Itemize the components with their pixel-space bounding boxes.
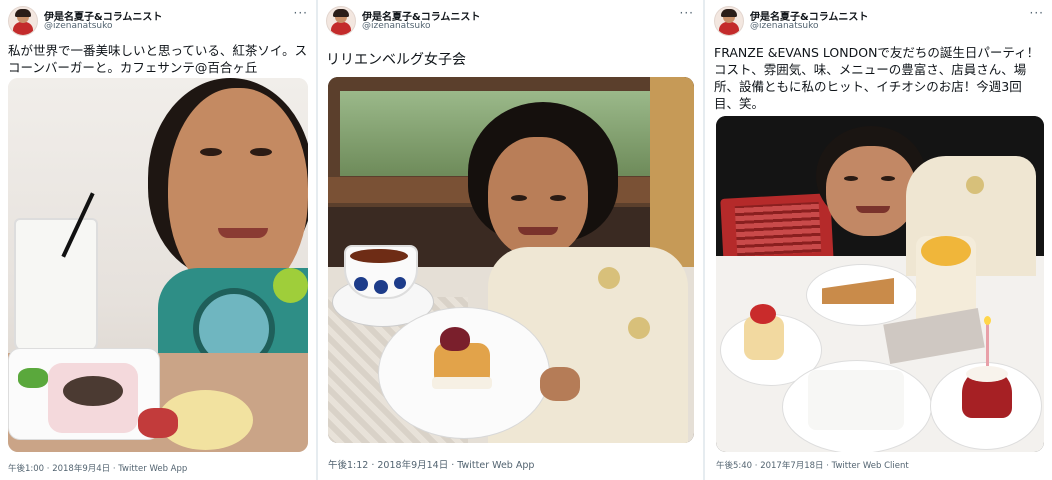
more-dots-icon[interactable]: ··· [294, 6, 308, 20]
tweet-card-1[interactable]: 伊是名夏子&コラムニスト @izenanatsuko ··· 私が世界で一番美味… [0, 0, 316, 480]
avatar[interactable] [326, 6, 356, 36]
more-dots-icon[interactable]: ··· [1030, 6, 1044, 20]
column-divider [703, 0, 705, 480]
user-handle[interactable]: @izenanatsuko [750, 21, 819, 31]
avatar[interactable] [8, 6, 38, 36]
user-handle[interactable]: @izenanatsuko [362, 21, 431, 31]
more-dots-icon[interactable]: ··· [680, 6, 694, 20]
tweet-photo[interactable] [8, 78, 308, 452]
tweet-timestamp[interactable]: 午後1:12 · 2018年9月14日 · Twitter Web App [328, 457, 534, 471]
tweet-timestamp[interactable]: 午後1:00 · 2018年9月4日 · Twitter Web App [8, 462, 187, 474]
tweet-card-3[interactable]: 伊是名夏子&コラムニスト @izenanatsuko ··· FRANZE &E… [706, 0, 1052, 480]
tweet-header: 伊是名夏子&コラムニスト @izenanatsuko ··· [714, 6, 1044, 38]
tweet-header: 伊是名夏子&コラムニスト @izenanatsuko ··· [8, 6, 308, 38]
tweet-text: 私が世界で一番美味しいと思っている、紅茶ソイ。スコーンバーガーと。カフェサンテ@… [8, 43, 308, 75]
tweet-header: 伊是名夏子&コラムニスト @izenanatsuko ··· [326, 6, 694, 38]
user-handle[interactable]: @izenanatsuko [44, 21, 113, 31]
tweet-photo[interactable] [716, 116, 1044, 452]
tweet-photo[interactable] [328, 77, 694, 443]
avatar[interactable] [714, 6, 744, 36]
tweet-card-2[interactable]: 伊是名夏子&コラムニスト @izenanatsuko ··· リリエンベルグ女子… [318, 0, 702, 480]
tweet-text: FRANZE &EVANS LONDONで友だちの誕生日パーティ！コスト、雰囲気… [714, 45, 1040, 111]
tweet-timestamp[interactable]: 午後5:40 · 2017年7月18日 · Twitter Web Client [716, 459, 909, 471]
tweet-text: リリエンベルグ女子会 [326, 52, 466, 68]
